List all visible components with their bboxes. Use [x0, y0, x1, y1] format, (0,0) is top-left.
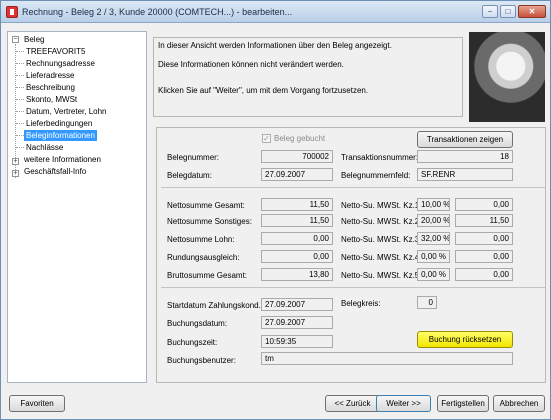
- tree-item-geschaeftsfall-info[interactable]: Geschäftsfall-Info: [24, 166, 86, 177]
- transaktionsnummer-field: 18: [417, 150, 513, 163]
- app-icon: [6, 5, 18, 18]
- belegkreis-field: 0: [417, 296, 437, 309]
- vat-label: Netto-Su. MWSt. Kz.1:: [341, 201, 422, 210]
- vat-percent: 32,00 %: [417, 232, 450, 245]
- tree-item-weitere-informationen[interactable]: weitere Informationen: [24, 154, 101, 165]
- tree-item-skonto[interactable]: Skonto, MWSt: [26, 94, 77, 105]
- tree-item-lieferbedingungen[interactable]: Lieferbedingungen: [26, 118, 92, 129]
- belegkreis-label: Belegkreis:: [341, 299, 381, 308]
- sum-label: Nettosumme Gesamt:: [167, 201, 245, 210]
- info-panel: In dieser Ansicht werden Informationen ü…: [153, 37, 463, 117]
- info-line-3: Klicken Sie auf "Weiter", um mit dem Vor…: [158, 86, 369, 95]
- divider: [161, 187, 545, 188]
- tree-item-treefavorit5[interactable]: TREEFAVORIT5: [26, 46, 85, 57]
- belegnummernfeld-label: Belegnummernfeld:: [341, 171, 411, 180]
- buchungsbenutzer-label: Buchungsbenutzer:: [167, 356, 236, 365]
- vat-value: 11,50: [455, 214, 513, 227]
- sum-label: Rundungsausgleich:: [167, 253, 240, 262]
- close-button[interactable]: ✕: [518, 5, 546, 18]
- sum-label: Nettosumme Lohn:: [167, 235, 235, 244]
- buchungsbenutzer-field: tm: [261, 352, 513, 365]
- header-photo: [469, 32, 545, 122]
- buchungszeit-label: Buchungszeit:: [167, 338, 218, 347]
- startdatum-label: Startdatum Zahlungskond.:: [167, 301, 264, 310]
- buchungsdatum-label: Buchungsdatum:: [167, 319, 228, 328]
- favoriten-button[interactable]: Favoriten: [9, 395, 65, 412]
- buchungszeit-field: 10:59:35: [261, 335, 333, 348]
- vat-value: 0,00: [455, 250, 513, 263]
- tree-item-beleginformationen[interactable]: Beleginformationen: [24, 130, 97, 141]
- vat-percent: 20,00 %: [417, 214, 450, 227]
- wizard-window: Rechnung - Beleg 2 / 3, Kunde 20000 (COM…: [0, 0, 551, 420]
- vat-percent: 0,00 %: [417, 250, 450, 263]
- belegnummer-field: 700002: [261, 150, 333, 163]
- startdatum-field: 27.09.2007: [261, 298, 333, 311]
- tree-item-lieferadresse[interactable]: Lieferadresse: [26, 70, 74, 81]
- sum-value: 11,50: [261, 198, 333, 211]
- weiter-button[interactable]: Weiter >>: [376, 395, 431, 412]
- tree-item-datum-vertreter[interactable]: Datum, Vertreter, Lohn: [26, 106, 107, 117]
- sum-value: 0,00: [261, 250, 333, 263]
- vat-value: 0,00: [455, 198, 513, 211]
- vat-percent: 0,00 %: [417, 268, 450, 281]
- navigation-tree: − Beleg TREEFAVORIT5 Rechnungsadresse Li…: [7, 31, 147, 383]
- divider: [161, 287, 545, 288]
- minimize-button[interactable]: −: [482, 5, 498, 18]
- title-bar[interactable]: Rechnung - Beleg 2 / 3, Kunde 20000 (COM…: [1, 1, 550, 23]
- maximize-button[interactable]: □: [500, 5, 516, 18]
- belegnummernfeld-field: SF.RENR: [417, 168, 513, 181]
- transaktionsnummer-label: Transaktionsnummer:: [341, 153, 419, 162]
- window-title: Rechnung - Beleg 2 / 3, Kunde 20000 (COM…: [22, 6, 293, 17]
- transaktionen-zeigen-button[interactable]: Transaktionen zeigen: [417, 131, 513, 148]
- buchungsdatum-field: 27.09.2007: [261, 316, 333, 329]
- belegdatum-label: Belegdatum:: [167, 171, 212, 180]
- tree-root-beleg[interactable]: Beleg: [24, 34, 44, 45]
- buchung-ruecksetzen-button[interactable]: Buchung rücksetzen: [417, 331, 513, 348]
- belegnummer-label: Belegnummer:: [167, 153, 220, 162]
- vat-label: Netto-Su. MWSt. Kz.2:: [341, 217, 422, 226]
- collapse-icon[interactable]: −: [12, 36, 19, 43]
- sum-label: Bruttosumme Gesamt:: [167, 271, 248, 280]
- fertigstellen-button[interactable]: Fertigstellen: [437, 395, 489, 412]
- sum-value: 13,80: [261, 268, 333, 281]
- zurueck-button[interactable]: << Zurück: [325, 395, 380, 412]
- info-line-1: In dieser Ansicht werden Informationen ü…: [158, 41, 392, 50]
- expand-icon[interactable]: +: [12, 158, 19, 165]
- tree-item-rechnungsadresse[interactable]: Rechnungsadresse: [26, 58, 95, 69]
- tree-item-nachlaesse[interactable]: Nachlässe: [26, 142, 63, 153]
- info-line-2: Diese Informationen können nicht verände…: [158, 60, 344, 69]
- sum-label: Nettosumme Sonstiges:: [167, 217, 252, 226]
- beleg-gebucht-checkbox[interactable]: ✓: [262, 134, 271, 143]
- expand-icon[interactable]: +: [12, 170, 19, 177]
- vat-value: 0,00: [455, 232, 513, 245]
- vat-label: Netto-Su. MWSt. Kz.5:: [341, 271, 422, 280]
- vat-percent: 10,00 %: [417, 198, 450, 211]
- vat-label: Netto-Su. MWSt. Kz.4:: [341, 253, 422, 262]
- tree-item-beschreibung[interactable]: Beschreibung: [26, 82, 75, 93]
- sum-value: 0,00: [261, 232, 333, 245]
- sum-value: 11,50: [261, 214, 333, 227]
- abbrechen-button[interactable]: Abbrechen: [493, 395, 545, 412]
- belegdatum-field: 27.09.2007: [261, 168, 333, 181]
- vat-label: Netto-Su. MWSt. Kz.3:: [341, 235, 422, 244]
- beleg-gebucht-label: Beleg gebucht: [274, 134, 326, 143]
- vat-value: 0,00: [455, 268, 513, 281]
